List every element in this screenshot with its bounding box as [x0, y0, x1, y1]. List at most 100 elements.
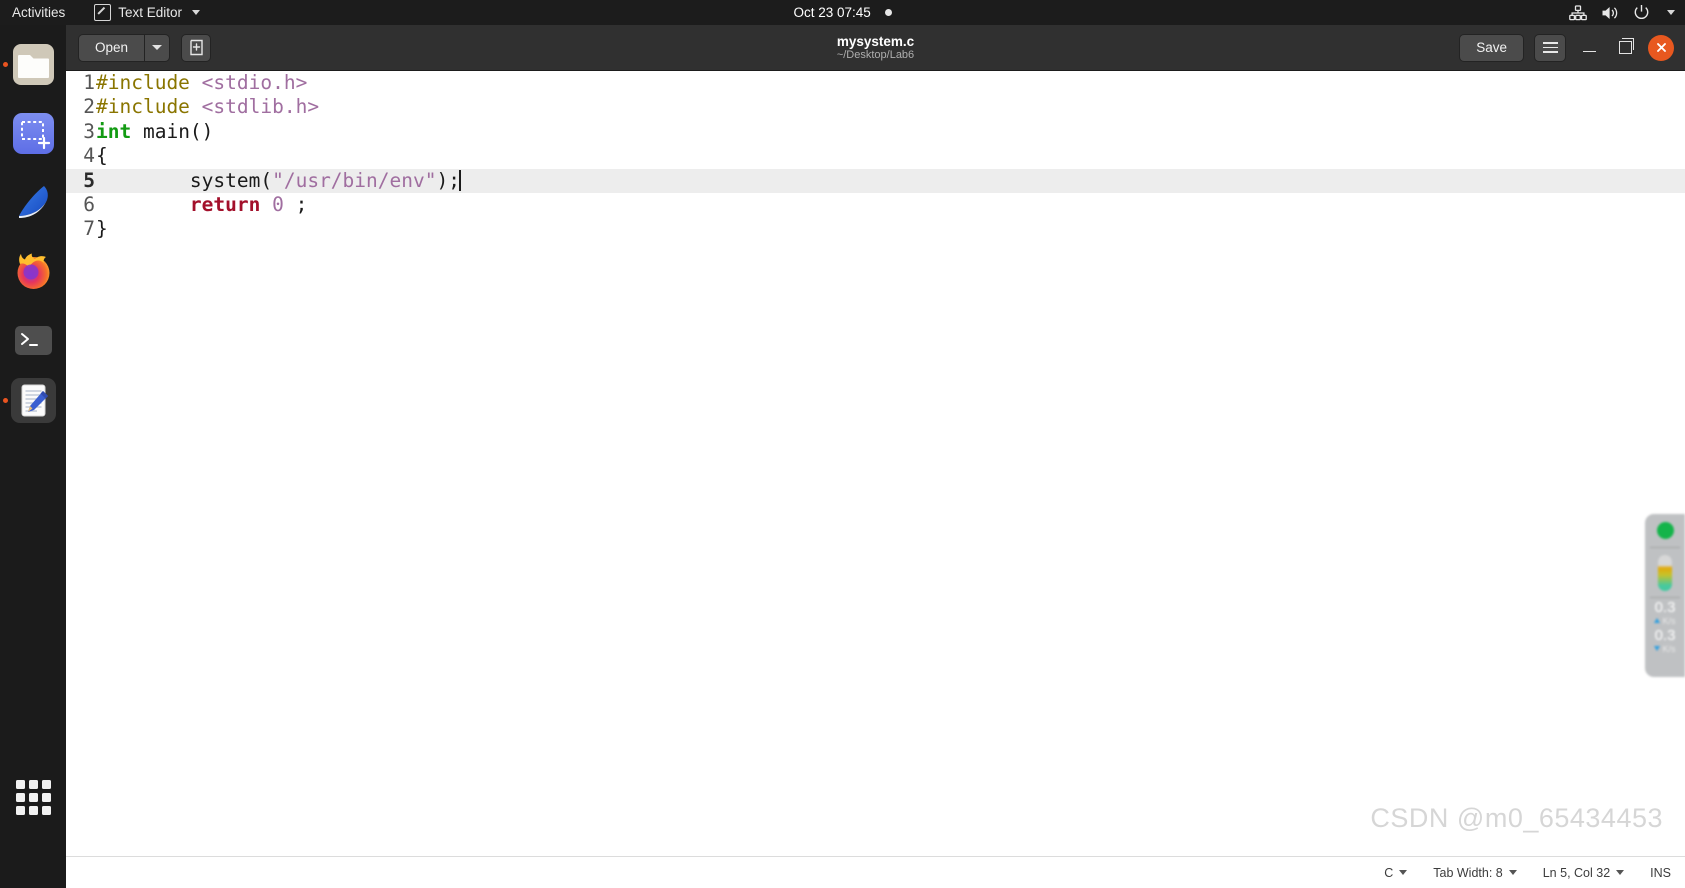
code-line-text[interactable]: return 0 ;	[95, 193, 307, 217]
grid-dot	[42, 806, 51, 815]
hamburger-menu-button[interactable]	[1534, 33, 1566, 62]
language-label: C	[1384, 865, 1394, 880]
code-line-text[interactable]: }	[95, 217, 108, 241]
save-button[interactable]: Save	[1459, 33, 1524, 62]
text-editor-icon	[94, 4, 112, 21]
volume-icon	[1601, 5, 1619, 21]
download-unit: K/s	[1662, 643, 1676, 654]
language-selector[interactable]: C	[1384, 865, 1408, 880]
clock-area: Oct 23 07:45	[0, 5, 1685, 20]
code-token: <stdio.h>	[201, 71, 308, 94]
dock-item-files[interactable]	[3, 42, 56, 87]
code-token: system(	[96, 168, 273, 192]
line-number: 4	[83, 144, 95, 168]
dock-item-terminal[interactable]	[11, 318, 56, 363]
chevron-down-icon	[1616, 870, 1625, 875]
divider	[1650, 597, 1680, 598]
dock-item-text-editor[interactable]	[3, 378, 56, 423]
header-right-controls: Save	[1459, 33, 1685, 62]
restore-icon	[1618, 38, 1634, 54]
code-token: }	[96, 217, 108, 241]
chevron-down-icon	[1508, 870, 1517, 875]
upload-unit-row: K/s	[1654, 616, 1676, 626]
system-status-area[interactable]	[1569, 4, 1675, 21]
status-bar: C Tab Width: 8 Ln 5, Col 32 INS	[66, 856, 1685, 888]
code-token: #include	[96, 71, 202, 94]
code-token: );	[436, 168, 460, 192]
new-document-button[interactable]	[181, 33, 212, 62]
code-line[interactable]: 7}	[66, 217, 1685, 241]
menu-bar	[1542, 42, 1558, 44]
dock-item-screenshot[interactable]	[11, 111, 56, 156]
upload-value: 0.3	[1654, 599, 1676, 616]
menu-bar	[1542, 51, 1558, 53]
close-button[interactable]	[1648, 34, 1674, 61]
grid-dot	[42, 780, 51, 789]
code-token: "/usr/bin/env"	[272, 168, 437, 192]
grid-dot	[16, 780, 25, 789]
code-token: ;	[283, 192, 308, 216]
code-token: <stdlib.h>	[201, 95, 320, 119]
menu-bar	[1542, 46, 1558, 49]
code-line[interactable]: 2 #include <stdlib.h>	[66, 95, 1685, 119]
text-cursor	[458, 169, 461, 191]
line-number: 5	[83, 168, 95, 192]
header-left-controls: Open	[66, 33, 212, 62]
insert-mode-indicator[interactable]: INS	[1650, 866, 1671, 880]
insert-mode-label: INS	[1650, 865, 1671, 880]
grid-dot	[29, 806, 38, 815]
gnome-top-bar: Activities Text Editor Oct 23 07:45	[0, 0, 1685, 25]
activities-button[interactable]: Activities	[0, 0, 76, 25]
code-line-text[interactable]: #include <stdio.h>	[95, 71, 307, 95]
minimize-icon	[1582, 50, 1596, 53]
line-number: 7	[83, 217, 95, 241]
clock-label[interactable]: Oct 23 07:45	[793, 5, 870, 20]
chevron-down-icon	[192, 10, 201, 15]
download-value: 0.3	[1654, 626, 1676, 644]
code-line[interactable]: 1 #include <stdio.h>	[66, 71, 1685, 95]
code-editor-area[interactable]: 1 #include <stdio.h> 2 #include <stdlib.h> 3…	[66, 71, 1685, 855]
network-icon	[1569, 4, 1587, 21]
chevron-down-icon	[1399, 870, 1408, 875]
close-icon	[1656, 43, 1666, 52]
grid-dot	[42, 793, 51, 802]
power-icon	[1633, 4, 1650, 21]
tab-width-selector[interactable]: Tab Width: 8	[1433, 865, 1517, 880]
download-unit-row: K/s	[1654, 643, 1676, 654]
open-button-group: Open	[78, 33, 171, 62]
code-line[interactable]: 3 int main()	[66, 120, 1685, 144]
window-header-bar: Open mysystem.c ~/Desktop/Lab6 Save	[66, 25, 1685, 71]
code-line[interactable]: 6 return 0 ;	[66, 193, 1685, 217]
dock-item-firefox[interactable]	[11, 249, 56, 294]
open-button[interactable]: Open	[78, 33, 145, 62]
code-line[interactable]: 4{	[66, 144, 1685, 168]
grid-dot	[16, 793, 25, 802]
cursor-position-selector[interactable]: Ln 5, Col 32	[1543, 866, 1625, 880]
download-arrow-icon	[1654, 646, 1661, 651]
code-line-text[interactable]: {	[95, 144, 108, 168]
dock-item-wireshark[interactable]	[11, 180, 56, 225]
code-line-text[interactable]: system("/usr/bin/env");	[95, 169, 461, 193]
grid-dot	[16, 806, 25, 815]
notification-indicator-icon	[884, 9, 892, 16]
new-document-icon	[189, 39, 203, 56]
grid-dot	[29, 780, 38, 789]
maximize-button[interactable]	[1612, 35, 1638, 61]
code-line[interactable]: 5 system("/usr/bin/env");	[66, 168, 1685, 193]
upload-arrow-icon	[1654, 618, 1661, 624]
code-line-text[interactable]: int main()	[95, 120, 213, 144]
network-monitor-widget[interactable]: 0.3 K/s 0.3 K/s	[1645, 514, 1685, 677]
code-token: #include	[96, 95, 202, 119]
app-menu-button[interactable]: Text Editor	[94, 4, 201, 21]
running-indicator	[3, 62, 8, 67]
open-dropdown-button[interactable]	[144, 33, 171, 62]
line-number: 2	[83, 95, 95, 119]
minimize-button[interactable]	[1576, 35, 1602, 61]
running-indicator	[3, 398, 8, 403]
show-applications-button[interactable]	[16, 780, 51, 815]
grid-dot	[29, 793, 38, 802]
code-line-text[interactable]: #include <stdlib.h>	[95, 95, 319, 119]
page-title: mysystem.c	[836, 33, 915, 49]
tab-width-label: Tab Width: 8	[1433, 865, 1503, 880]
